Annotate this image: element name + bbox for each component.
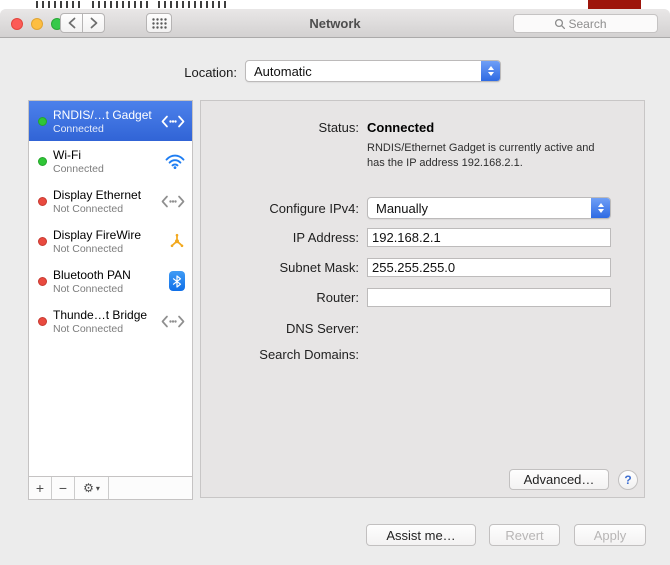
interface-status: Not Connected [53, 242, 124, 255]
dns-server-row: DNS Server: [201, 321, 359, 336]
status-value: Connected [367, 120, 435, 135]
connected-dot-icon [38, 116, 47, 126]
grid-icon [151, 17, 167, 29]
status-note: RNDIS/Ethernet Gadget is currently activ… [367, 142, 595, 170]
subnet-mask-label: Subnet Mask: [279, 260, 360, 275]
sidebar-item-display-ethernet[interactable]: Display Ethernet Not Connected [29, 181, 192, 221]
chevron-down-icon: ▾ [95, 483, 100, 493]
search-field[interactable] [513, 14, 658, 33]
ethernet-icon [161, 115, 185, 128]
forward-button[interactable] [82, 13, 105, 33]
interface-status: Not Connected [53, 322, 124, 335]
search-input[interactable] [565, 16, 618, 31]
search-domains-row: Search Domains: [201, 347, 359, 362]
ip-address-row: IP Address: [201, 228, 611, 247]
apply-button[interactable]: Apply [574, 524, 646, 546]
location-value: Automatic [254, 63, 312, 79]
show-all-button[interactable] [146, 13, 172, 33]
location-label: Location: [184, 65, 237, 80]
interfaces-list: RNDIS/…t Gadget Connected Wi-Fi Connecte… [28, 100, 193, 500]
configure-ipv4-row: Configure IPv4: Manually [201, 197, 611, 219]
interfaces-toolbar: + − ⚙ ▾ [29, 476, 192, 499]
screen-artifact-marks [36, 1, 84, 8]
advanced-button[interactable]: Advanced… [509, 469, 609, 490]
interface-status: Connected [53, 122, 104, 135]
router-label: Router: [316, 290, 359, 305]
sidebar-item-thunderbolt-bridge[interactable]: Thunde…t Bridge Not Connected [29, 301, 192, 341]
firewire-icon [169, 233, 185, 249]
screen-artifact-marks [92, 1, 150, 8]
interface-status: Connected [53, 162, 104, 175]
interface-name: Thunde…t Bridge [53, 307, 148, 322]
nav-buttons [60, 13, 105, 33]
chevron-right-icon [90, 17, 97, 29]
interface-status: Not Connected [53, 202, 124, 215]
details-panel: Status: Connected RNDIS/Ethernet Gadget … [200, 100, 645, 498]
router-row: Router: [201, 288, 611, 307]
sidebar-item-wifi[interactable]: Wi-Fi Connected [29, 141, 192, 181]
back-button[interactable] [60, 13, 83, 33]
disconnected-dot-icon [38, 276, 47, 286]
interface-status: Not Connected [53, 282, 124, 295]
sidebar-item-display-firewire[interactable]: Display FireWire Not Connected [29, 221, 192, 261]
wifi-icon [165, 154, 185, 169]
interface-name: Display Ethernet [53, 187, 142, 202]
dns-server-label: DNS Server: [286, 321, 359, 336]
configure-ipv4-label: Configure IPv4: [269, 200, 359, 216]
configure-ipv4-dropdown[interactable]: Manually [367, 197, 611, 219]
minimize-button[interactable] [31, 18, 43, 30]
interface-name: Wi-Fi [53, 147, 81, 162]
dropdown-arrows-icon [591, 198, 610, 218]
ip-address-label: IP Address: [292, 230, 359, 245]
disconnected-dot-icon [38, 316, 47, 326]
interface-actions-button[interactable]: ⚙ ▾ [75, 477, 109, 499]
status-label: Status: [318, 120, 359, 135]
dropdown-arrows-icon [481, 61, 500, 81]
disconnected-dot-icon [38, 196, 47, 206]
bluetooth-icon [169, 271, 185, 291]
interface-name: RNDIS/…t Gadget [53, 107, 152, 122]
ethernet-icon [161, 315, 185, 328]
chevron-left-icon [68, 17, 75, 29]
revert-button[interactable]: Revert [489, 524, 560, 546]
router-field[interactable] [367, 288, 611, 307]
subnet-mask-row: Subnet Mask: [201, 258, 611, 277]
configure-ipv4-value: Manually [376, 200, 429, 216]
sidebar-item-bluetooth-pan[interactable]: Bluetooth PAN Not Connected [29, 261, 192, 301]
sidebar-item-rndis-gadget[interactable]: RNDIS/…t Gadget Connected [29, 101, 192, 141]
screen-artifact-strip [0, 0, 670, 10]
remove-interface-button[interactable]: − [52, 477, 75, 499]
gear-icon: ⚙ [83, 481, 94, 495]
titlebar: Network [0, 9, 670, 38]
disconnected-dot-icon [38, 236, 47, 246]
search-domains-label: Search Domains: [259, 347, 359, 362]
location-dropdown[interactable]: Automatic [245, 60, 501, 82]
subnet-mask-field[interactable] [367, 258, 611, 277]
network-preferences-window: Network Location: Automatic RNDIS/…t Gad… [0, 9, 670, 565]
status-row: Status: Connected [201, 120, 435, 135]
assist-me-button[interactable]: Assist me… [366, 524, 476, 546]
add-interface-button[interactable]: + [29, 477, 52, 499]
interfaces-rows: RNDIS/…t Gadget Connected Wi-Fi Connecte… [29, 101, 192, 476]
screen-artifact-marks [158, 1, 228, 8]
interface-name: Bluetooth PAN [53, 267, 131, 282]
window-controls [11, 18, 63, 30]
help-button[interactable]: ? [618, 470, 638, 490]
connected-dot-icon [38, 156, 47, 166]
search-icon [554, 18, 565, 29]
interface-name: Display FireWire [53, 227, 142, 242]
ethernet-icon [161, 195, 185, 208]
close-button[interactable] [11, 18, 23, 30]
ip-address-field[interactable] [367, 228, 611, 247]
